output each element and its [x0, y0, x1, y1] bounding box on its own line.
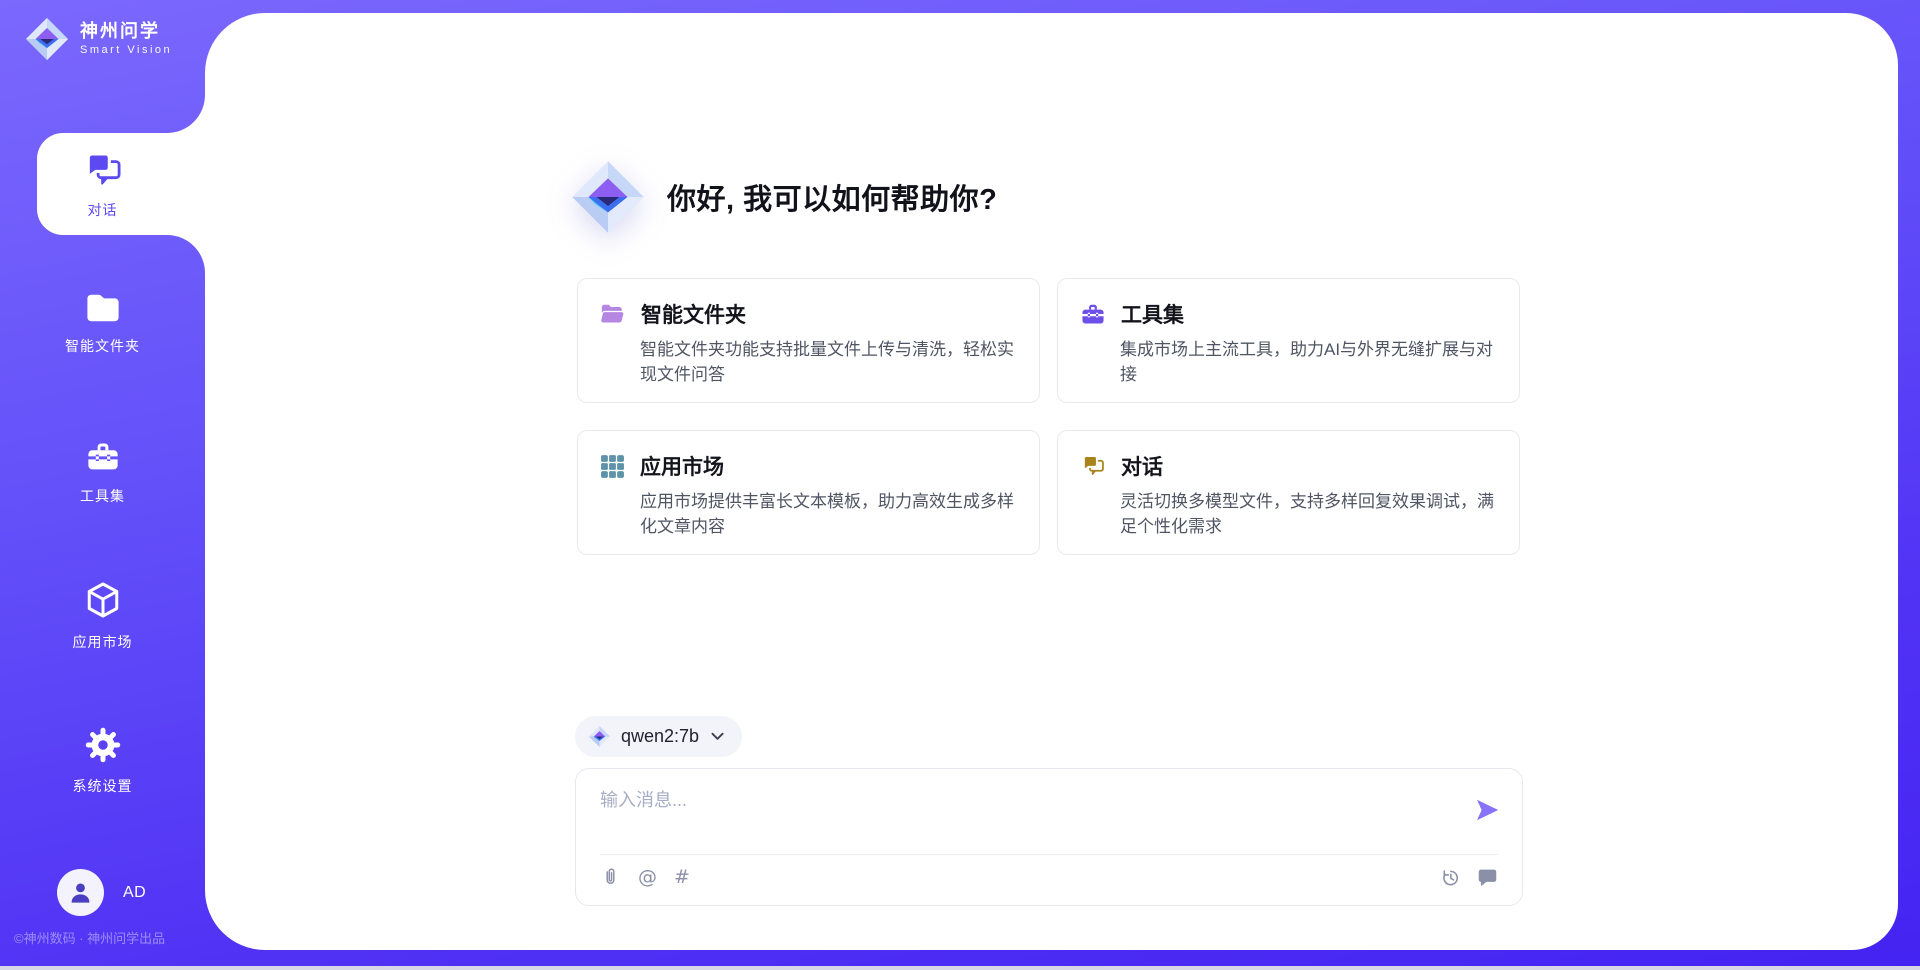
cube-icon: [83, 580, 123, 620]
model-selector[interactable]: qwen2:7b: [575, 716, 742, 757]
sidebar-item-label: 应用市场: [73, 632, 133, 652]
user-profile[interactable]: AD: [57, 869, 146, 916]
card-title: 工具集: [1121, 299, 1184, 329]
model-name: qwen2:7b: [621, 726, 699, 747]
person-icon: [67, 879, 94, 906]
card-description: 灵活切换多模型文件，支持多样回复效果调试，满足个性化需求: [1120, 490, 1497, 539]
greeting-title: 你好, 我可以如何帮助你?: [667, 176, 997, 218]
model-gem-icon: [588, 725, 611, 748]
user-name: AD: [123, 884, 146, 902]
gear-icon: [84, 726, 122, 764]
composer-toolbar: @ #: [600, 866, 1498, 888]
greeting: 你好, 我可以如何帮助你?: [569, 158, 997, 236]
card-chat[interactable]: 对话 灵活切换多模型文件，支持多样回复效果调试，满足个性化需求: [1057, 430, 1520, 555]
attach-file-button[interactable]: [600, 867, 621, 888]
bottom-edge-strip: [0, 966, 1920, 970]
card-title: 应用市场: [640, 451, 724, 481]
sidebar-item-label: 智能文件夹: [65, 336, 140, 356]
chat-icon: [82, 149, 124, 191]
card-title: 对话: [1121, 451, 1163, 481]
chat-bubble-icon: [1477, 867, 1498, 888]
card-description: 应用市场提供丰富长文本模板，助力高效生成多样化文章内容: [640, 490, 1017, 539]
mention-button[interactable]: @: [638, 866, 657, 888]
active-item-top-fillet: [167, 95, 205, 133]
sidebar-item-label: 对话: [88, 200, 118, 220]
sidebar-item-chat[interactable]: 对话: [37, 133, 205, 235]
conversations-button[interactable]: [1477, 867, 1498, 888]
feature-cards: 智能文件夹 智能文件夹功能支持批量文件上传与清洗，轻松实现文件问答 工具集 集成…: [577, 278, 1520, 555]
brand-logo: 神州问学 Smart Vision: [24, 16, 172, 62]
history-clock-icon: [1440, 867, 1461, 888]
grid-icon: [600, 454, 625, 479]
paperclip-icon: [600, 867, 621, 888]
active-item-bottom-fillet: [167, 235, 205, 273]
card-toolset[interactable]: 工具集 集成市场上主流工具，助力AI与外界无缝扩展与对接: [1057, 278, 1520, 403]
toolbox-icon: [85, 440, 121, 474]
app-root: { "brand": { "name": "神州问学", "subtitle":…: [0, 0, 1920, 970]
folder-open-icon: [600, 302, 626, 326]
brand-name: 神州问学: [80, 21, 172, 42]
sidebar-item-label: 工具集: [80, 486, 125, 506]
hash-icon: #: [674, 866, 690, 888]
chevron-down-icon: [711, 732, 724, 741]
sidebar-item-toolset[interactable]: 工具集: [0, 440, 205, 506]
card-smart-folder[interactable]: 智能文件夹 智能文件夹功能支持批量文件上传与清洗，轻松实现文件问答: [577, 278, 1040, 403]
send-button[interactable]: [1473, 796, 1501, 824]
folder-icon: [85, 292, 121, 324]
message-composer: @ #: [575, 768, 1523, 906]
greeting-gem-icon: [569, 158, 647, 236]
sidebar-item-app-market[interactable]: 应用市场: [0, 580, 205, 652]
card-title: 智能文件夹: [641, 299, 746, 329]
avatar: [57, 869, 104, 916]
sidebar-item-smart-folder[interactable]: 智能文件夹: [0, 292, 205, 356]
sidebar-item-settings[interactable]: 系统设置: [0, 726, 205, 796]
composer-divider: [600, 854, 1498, 855]
toolbox-icon: [1080, 302, 1106, 327]
card-app-market[interactable]: 应用市场 应用市场提供丰富长文本模板，助力高效生成多样化文章内容: [577, 430, 1040, 555]
topic-button[interactable]: #: [674, 866, 690, 888]
main-panel: 你好, 我可以如何帮助你? 智能文件夹 智能文件夹功能支持批量文件上传与清洗，轻…: [205, 13, 1898, 950]
history-button[interactable]: [1440, 867, 1461, 888]
sidebar-item-label: 系统设置: [73, 776, 133, 796]
card-description: 智能文件夹功能支持批量文件上传与清洗，轻松实现文件问答: [640, 338, 1017, 387]
brand-gem-icon: [24, 16, 70, 62]
brand-subtitle: Smart Vision: [80, 44, 172, 57]
message-input[interactable]: [600, 786, 1450, 838]
chat-icon: [1080, 453, 1106, 479]
at-icon: @: [638, 866, 657, 888]
copyright-text: ©神州数码 · 神州问学出品: [14, 928, 165, 947]
card-description: 集成市场上主流工具，助力AI与外界无缝扩展与对接: [1120, 338, 1497, 387]
send-icon: [1473, 796, 1501, 824]
